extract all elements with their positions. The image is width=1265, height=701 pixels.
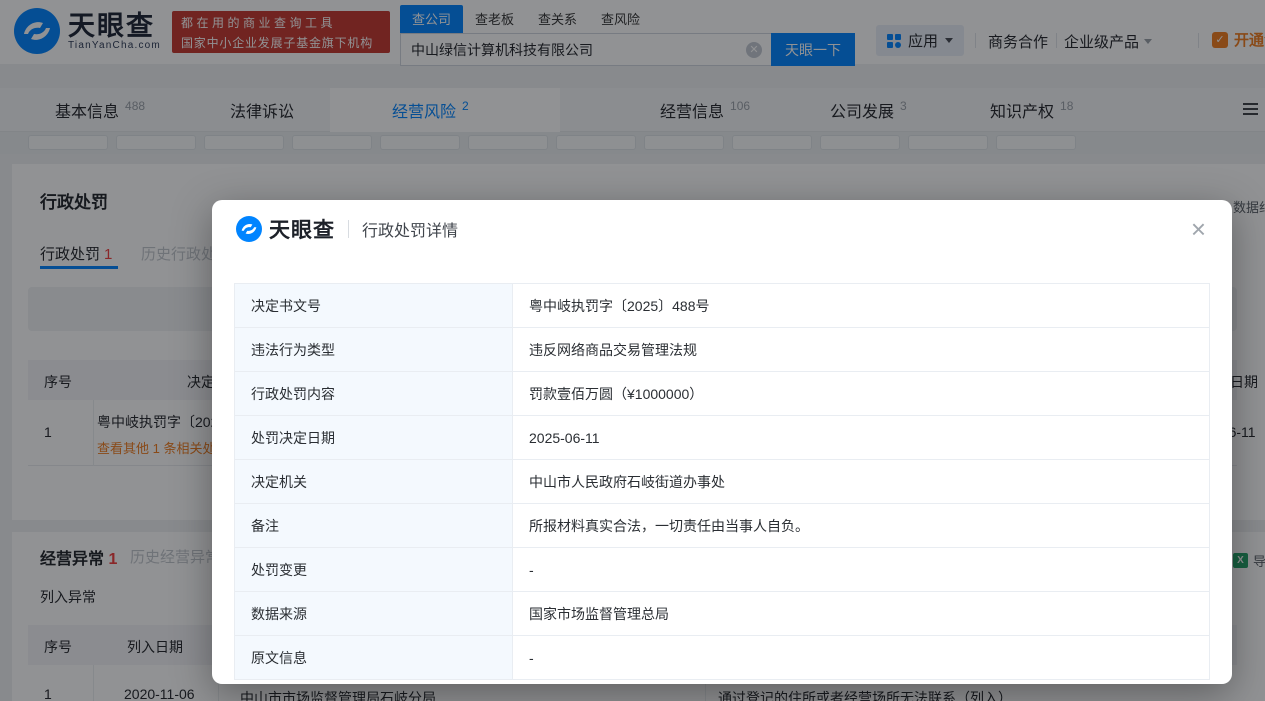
row-value: - — [513, 636, 1209, 679]
penalty-detail-modal: 天眼查 行政处罚详情 × 决定书文号 粤中岐执罚字〔2025〕488号 违法行为… — [212, 200, 1232, 684]
row-label: 数据来源 — [235, 592, 513, 635]
row-label: 处罚决定日期 — [235, 416, 513, 459]
table-row: 备注 所报材料真实合法，一切责任由当事人自负。 — [235, 504, 1209, 548]
table-row: 处罚决定日期 2025-06-11 — [235, 416, 1209, 460]
row-label: 决定书文号 — [235, 284, 513, 327]
row-label: 原文信息 — [235, 636, 513, 679]
table-row: 数据来源 国家市场监督管理总局 — [235, 592, 1209, 636]
row-value: 罚款壹佰万圆（¥1000000） — [513, 372, 1209, 415]
table-row: 决定机关 中山市人民政府石岐街道办事处 — [235, 460, 1209, 504]
row-label: 决定机关 — [235, 460, 513, 503]
row-value: 中山市人民政府石岐街道办事处 — [513, 460, 1209, 503]
row-value: 所报材料真实合法，一切责任由当事人自负。 — [513, 504, 1209, 547]
table-row: 违法行为类型 违反网络商品交易管理法规 — [235, 328, 1209, 372]
divider — [348, 220, 349, 238]
penalty-detail-table: 决定书文号 粤中岐执罚字〔2025〕488号 违法行为类型 违反网络商品交易管理… — [234, 283, 1210, 680]
row-value: - — [513, 548, 1209, 591]
row-value: 违反网络商品交易管理法规 — [513, 328, 1209, 371]
table-row: 决定书文号 粤中岐执罚字〔2025〕488号 — [235, 284, 1209, 328]
row-label: 备注 — [235, 504, 513, 547]
table-row: 行政处罚内容 罚款壹佰万圆（¥1000000） — [235, 372, 1209, 416]
tianyancha-logo-icon — [236, 216, 262, 242]
row-value: 2025-06-11 — [513, 416, 1209, 459]
table-row: 处罚变更 - — [235, 548, 1209, 592]
modal-brand: 天眼查 — [269, 214, 335, 244]
table-row: 原文信息 - — [235, 636, 1209, 680]
modal-title: 行政处罚详情 — [362, 217, 458, 241]
row-label: 行政处罚内容 — [235, 372, 513, 415]
row-value: 国家市场监督管理总局 — [513, 592, 1209, 635]
row-label: 违法行为类型 — [235, 328, 513, 371]
modal-header: 天眼查 行政处罚详情 × — [212, 200, 1232, 258]
row-value: 粤中岐执罚字〔2025〕488号 — [513, 284, 1209, 327]
row-label: 处罚变更 — [235, 548, 513, 591]
close-icon[interactable]: × — [1191, 216, 1206, 242]
